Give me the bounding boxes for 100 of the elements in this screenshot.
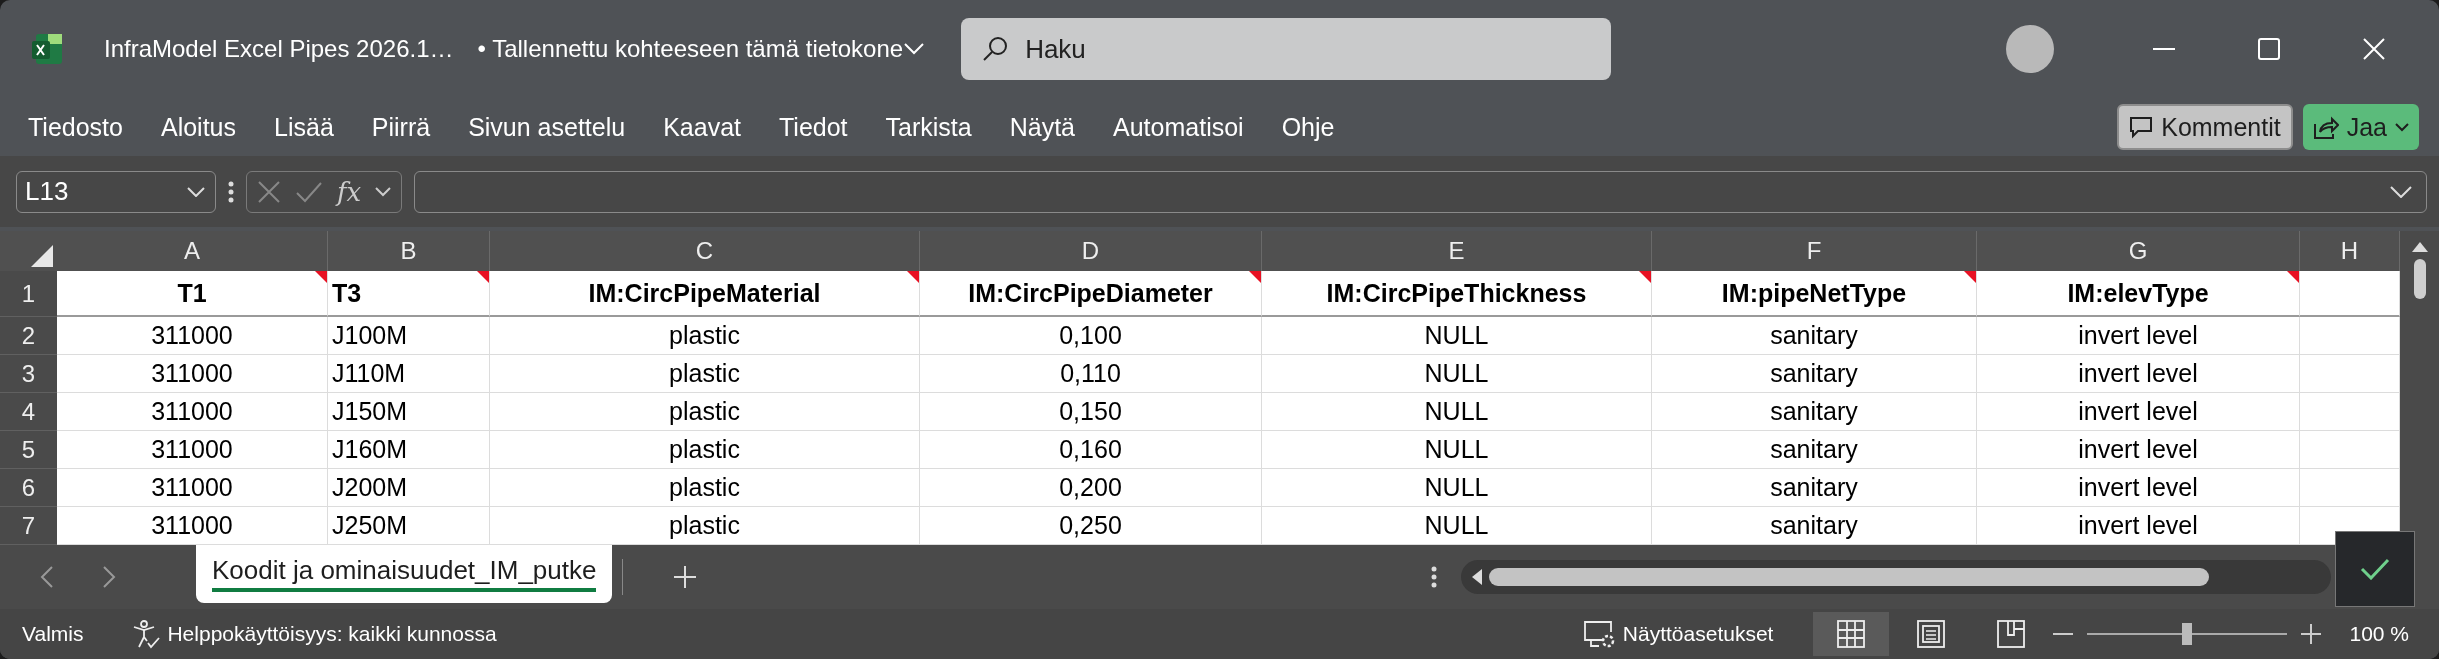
search-field[interactable]: Haku xyxy=(961,18,1612,81)
column-header[interactable]: A xyxy=(57,231,328,272)
comments-button[interactable]: Kommentit xyxy=(2117,104,2293,151)
row-header[interactable]: 2 xyxy=(0,317,57,356)
checkmark-icon xyxy=(2360,558,2390,581)
table-cell: 0,100 xyxy=(920,317,1262,356)
view-button[interactable] xyxy=(1813,611,1890,656)
table-cell: NULL xyxy=(1262,317,1652,356)
row-header[interactable]: 6 xyxy=(0,469,57,508)
table-cell: J100M xyxy=(328,317,490,356)
ribbon-tab[interactable]: Piirrä xyxy=(371,112,431,142)
save-status[interactable]: • Tallennettu kohteeseen tämä tietokone xyxy=(477,35,904,64)
ribbon-tab[interactable]: Automatisoi xyxy=(1113,112,1244,142)
table-cell: sanitary xyxy=(1652,431,1977,470)
column-header[interactable]: E xyxy=(1262,231,1652,272)
insert-function-button[interactable]: fx xyxy=(337,176,362,207)
table-cell: plastic xyxy=(490,431,920,470)
chevron-down-icon[interactable] xyxy=(375,186,392,197)
table-cell: 311000 xyxy=(57,355,328,394)
chevron-left-icon[interactable] xyxy=(40,565,54,589)
table-cell: NULL xyxy=(1262,393,1652,432)
ribbon-tab[interactable]: Näytä xyxy=(1009,112,1076,142)
header-cell: T3 xyxy=(328,271,490,318)
ribbon-tab[interactable]: Sivun asettelu xyxy=(468,112,626,142)
header-cell: IM:pipeNetType xyxy=(1652,271,1977,318)
table-cell: J150M xyxy=(328,393,490,432)
formula-input-field[interactable] xyxy=(414,170,2427,213)
table-cell: invert level xyxy=(1977,317,2300,356)
plus-icon[interactable] xyxy=(673,565,698,589)
table-cell: sanitary xyxy=(1652,469,1977,508)
table-cell: J200M xyxy=(328,469,490,508)
display-settings-button[interactable]: Näyttöasetukset xyxy=(1622,621,1774,646)
table-cell: plastic xyxy=(490,317,920,356)
ribbon-tab[interactable]: Kaavat xyxy=(663,112,741,142)
header-cell: IM:CircPipeThickness xyxy=(1262,271,1652,318)
select-all-icon[interactable] xyxy=(31,245,53,268)
more-options-icon[interactable] xyxy=(1431,566,1437,588)
close-icon[interactable] xyxy=(2363,38,2385,61)
ribbon-tab[interactable]: Ohje xyxy=(1281,112,1335,142)
column-header[interactable]: F xyxy=(1652,231,1977,272)
share-button[interactable]: Jaa xyxy=(2302,104,2419,151)
sheet-tab[interactable]: Koodit ja ominaisuudet_IM_putke xyxy=(196,545,613,603)
column-header[interactable]: B xyxy=(328,231,490,272)
chevron-down-icon xyxy=(2395,122,2409,133)
row-header[interactable]: 3 xyxy=(0,355,57,394)
table-cell: invert level xyxy=(1977,393,2300,432)
header-cell: IM:elevType xyxy=(1977,271,2300,318)
slider-thumb[interactable] xyxy=(2182,622,2193,645)
share-icon xyxy=(2312,114,2339,141)
table-cell: NULL xyxy=(1262,431,1652,470)
ribbon-tab[interactable]: Tarkista xyxy=(885,112,972,142)
horizontal-scrollbar[interactable] xyxy=(1461,560,2331,594)
table-cell: J160M xyxy=(328,431,490,470)
table-cell: 0,200 xyxy=(920,469,1262,508)
row-header[interactable]: 1 xyxy=(0,271,57,318)
chevron-down-icon[interactable] xyxy=(187,186,205,197)
ribbon-tab[interactable]: Tiedot xyxy=(779,112,848,142)
ribbon-tab[interactable]: Lisää xyxy=(274,112,334,142)
row-header[interactable]: 5 xyxy=(0,431,57,470)
column-header[interactable]: H xyxy=(2300,231,2400,272)
scroll-left-icon[interactable] xyxy=(1471,568,1483,586)
confirm-button[interactable] xyxy=(2335,531,2415,608)
table-cell: plastic xyxy=(490,393,920,432)
name-box[interactable]: L13 xyxy=(16,170,216,213)
table-cell: NULL xyxy=(1262,355,1652,394)
column-header[interactable]: C xyxy=(490,231,920,272)
table-cell: 0,160 xyxy=(920,431,1262,470)
checkmark-icon[interactable] xyxy=(295,180,323,203)
display-settings-icon xyxy=(1582,619,1617,648)
maximize-icon[interactable] xyxy=(2258,38,2280,61)
table-cell: NULL xyxy=(1262,469,1652,508)
zoom-in-icon[interactable] xyxy=(2301,623,2322,644)
table-cell: invert level xyxy=(1977,469,2300,508)
chevron-right-icon[interactable] xyxy=(102,565,116,589)
avatar-placeholder[interactable] xyxy=(2006,25,2054,74)
row-header[interactable]: 7 xyxy=(0,507,57,546)
ribbon-tab[interactable]: Aloitus xyxy=(160,112,236,142)
scrollbar-thumb[interactable] xyxy=(2413,259,2426,300)
excel-logo-icon xyxy=(30,32,64,67)
row-header[interactable]: 4 xyxy=(0,393,57,432)
zoom-level[interactable]: 100 % xyxy=(2349,621,2409,646)
table-cell: 311000 xyxy=(57,469,328,508)
table-cell: sanitary xyxy=(1652,393,1977,432)
accessibility-status[interactable]: Helppokäyttöisyys: kaikki kunnossa xyxy=(167,621,497,646)
column-header[interactable]: G xyxy=(1977,231,2300,272)
cancel-icon[interactable] xyxy=(257,179,281,204)
ribbon-tab[interactable]: Tiedosto xyxy=(28,112,123,142)
table-cell: 311000 xyxy=(57,317,328,356)
header-cell: T1 xyxy=(57,271,328,318)
page-break-icon xyxy=(1996,618,2027,649)
column-header[interactable]: D xyxy=(920,231,1262,272)
table-cell: sanitary xyxy=(1652,355,1977,394)
scrollbar-thumb[interactable] xyxy=(1489,568,2209,586)
chevron-down-icon[interactable] xyxy=(903,42,926,57)
table-cell: plastic xyxy=(490,469,920,508)
more-options-icon[interactable] xyxy=(228,180,234,203)
table-cell: sanitary xyxy=(1652,317,1977,356)
chevron-down-icon[interactable] xyxy=(2390,185,2412,198)
table-cell: 0,150 xyxy=(920,393,1262,432)
speech-bubble-icon xyxy=(2129,115,2154,140)
